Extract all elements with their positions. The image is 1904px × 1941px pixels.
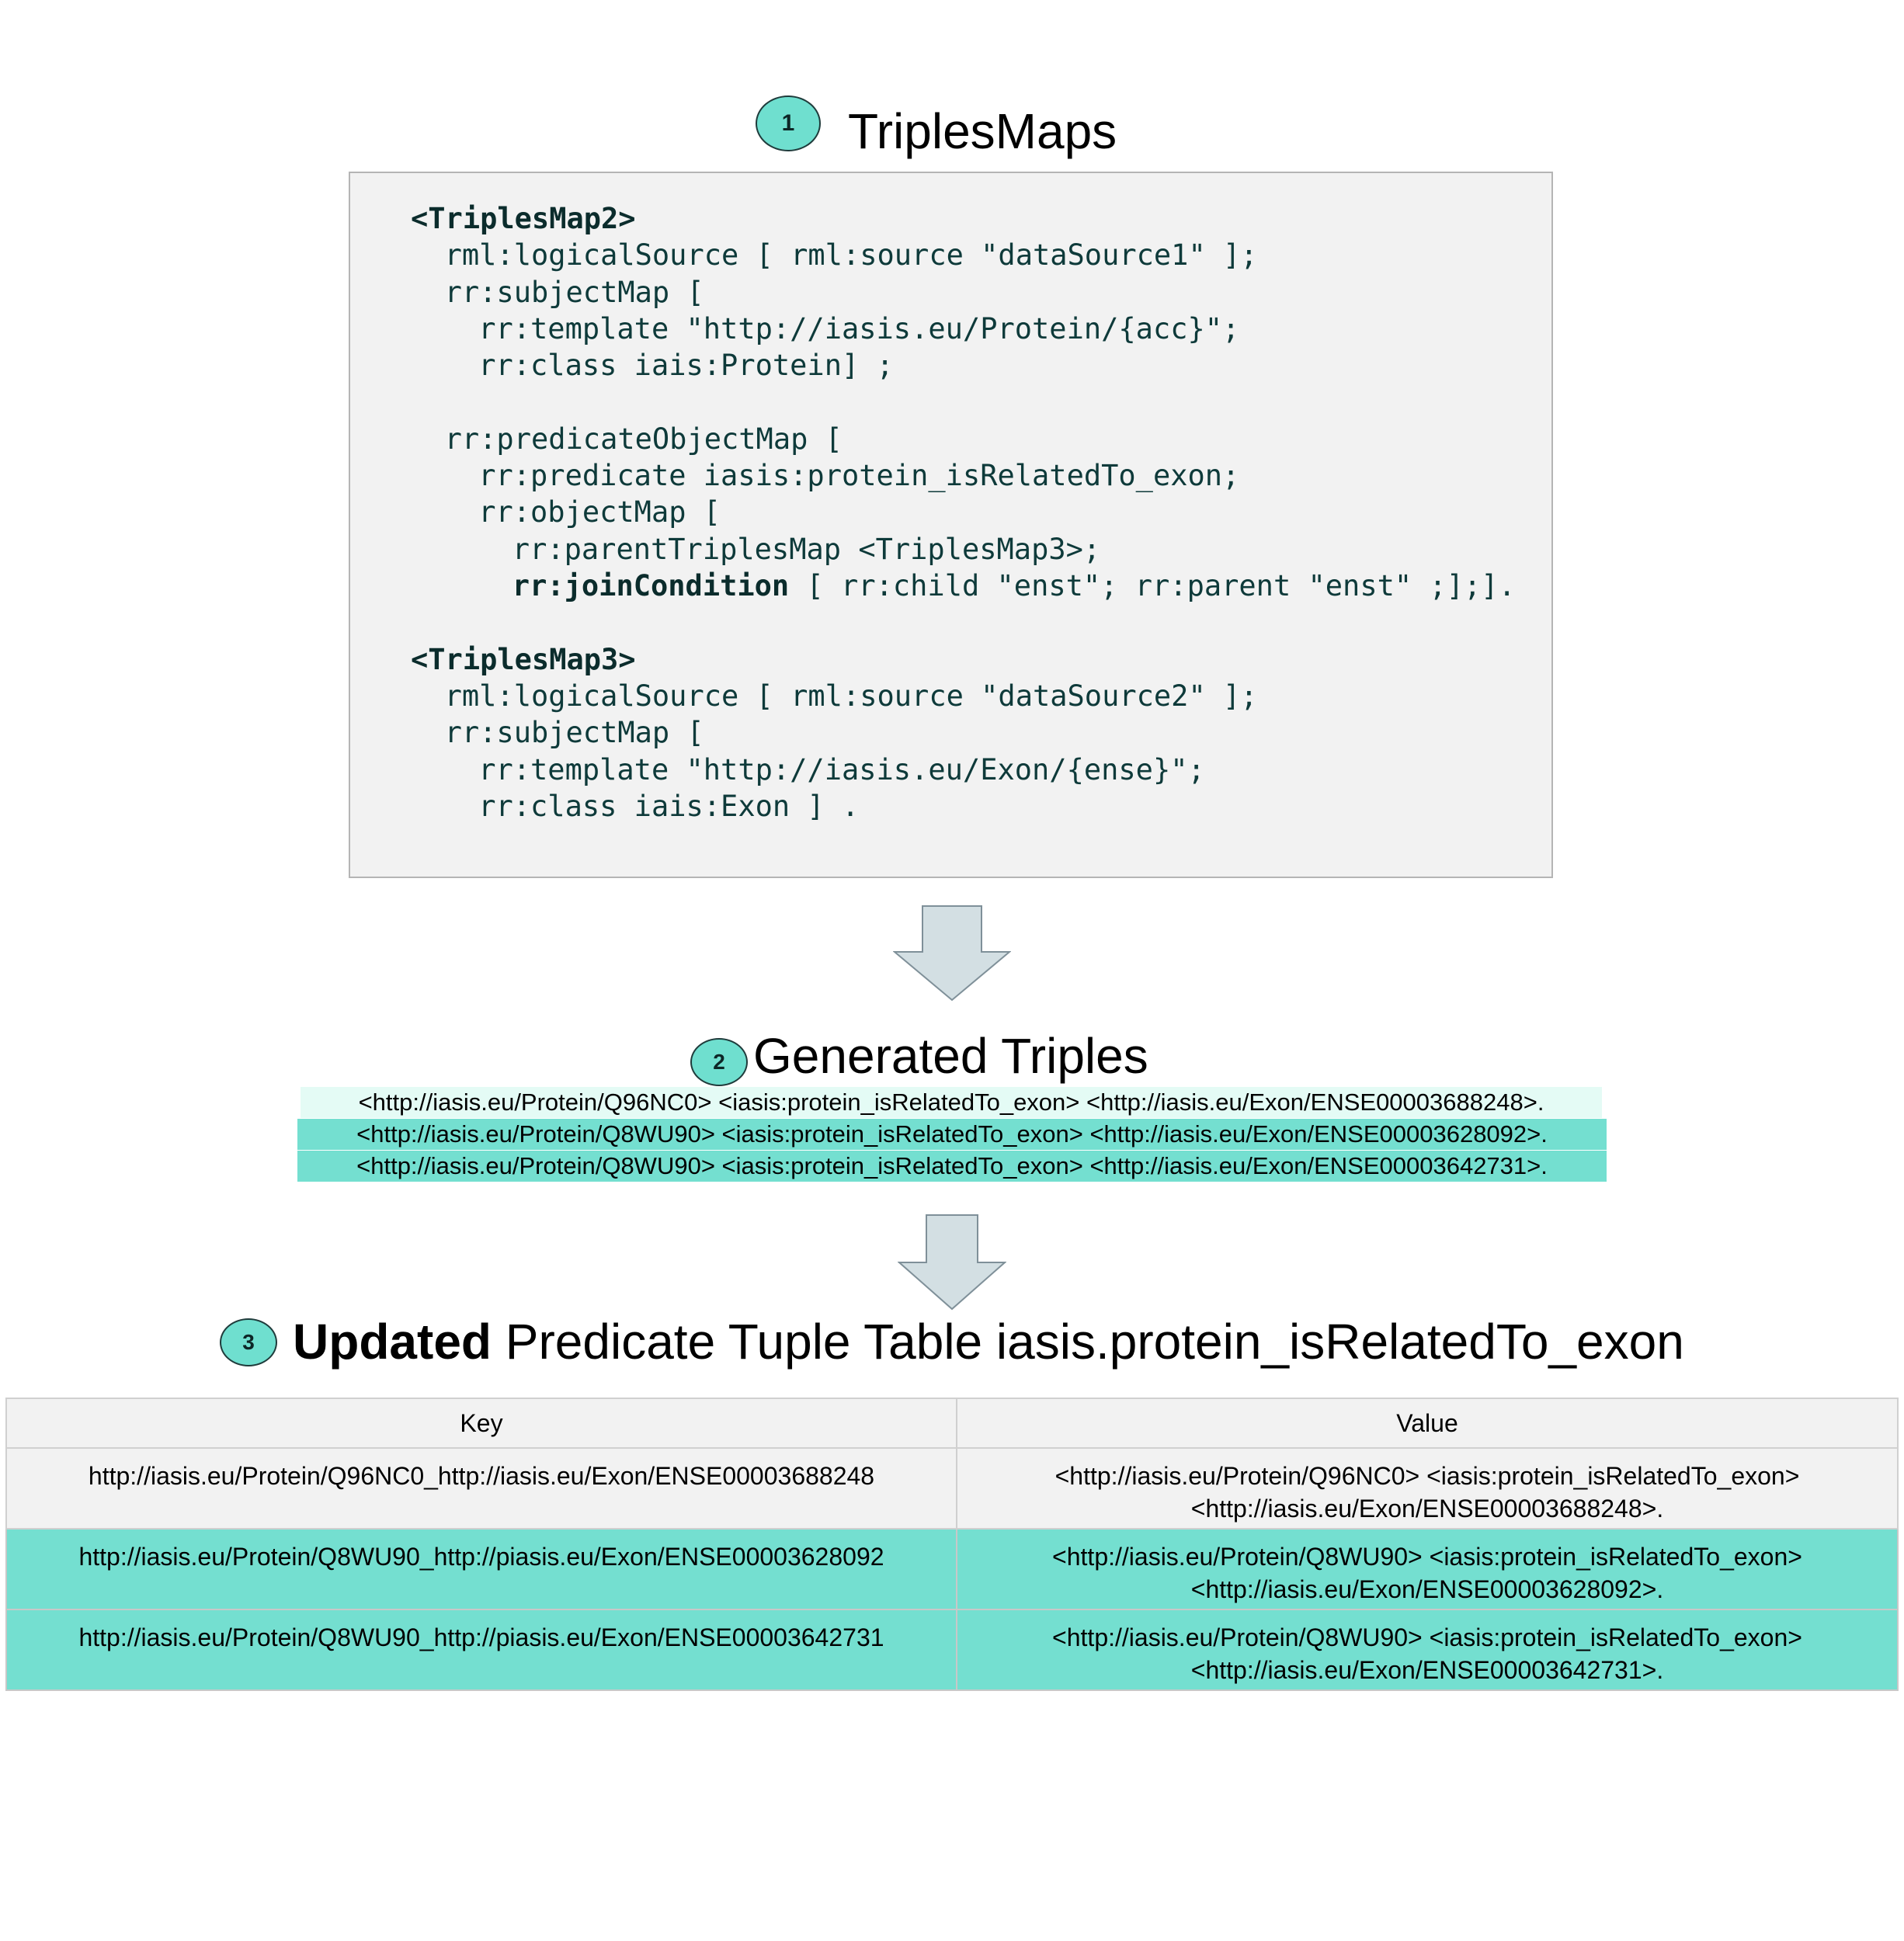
code-text: <TriplesMap3>	[411, 642, 636, 676]
value-line-1: <http://iasis.eu/Protein/Q96NC0> <iasis:…	[1054, 1462, 1800, 1490]
code-line: rr:predicate iasis:protein_isRelatedTo_e…	[478, 461, 1239, 490]
code-text: rr:class iais:Protein] ;	[478, 349, 894, 383]
value-cell: <http://iasis.eu/Protein/Q8WU90> <iasis:…	[956, 1528, 1899, 1610]
code-text: rml:logicalSource [ rml:source "dataSour…	[444, 238, 1258, 273]
code-text: rr:subjectMap [	[444, 716, 704, 750]
code-line: rr:objectMap [	[478, 498, 721, 526]
triplesmaps-title: TriplesMaps	[848, 103, 1117, 159]
value-line-2: <http://iasis.eu/Exon/ENSE00003688248>.	[1190, 1495, 1664, 1523]
code-line: rml:logicalSource [ rml:source "dataSour…	[445, 682, 1258, 710]
code-keyword: rr:joinCondition	[512, 569, 790, 602]
code-line: rr:predicateObjectMap [	[445, 425, 843, 453]
generated-triple: <http://iasis.eu/Protein/Q8WU90> <iasis:…	[297, 1119, 1607, 1150]
key-cell: http://iasis.eu/Protein/Q96NC0_http://ia…	[5, 1447, 957, 1530]
table-header-row: Key Value	[5, 1398, 1899, 1449]
code-line: rr:subjectMap [	[445, 278, 704, 307]
step-2-number: 2	[713, 1050, 725, 1074]
table-row: http://iasis.eu/Protein/Q96NC0_http://ia…	[5, 1447, 1899, 1530]
code-line: rr:joinCondition [ rr:child "enst"; rr:p…	[512, 571, 1516, 600]
step-2-badge: 2	[690, 1038, 748, 1086]
down-arrow-2	[898, 1214, 1006, 1311]
tuple-table-title-bold: Updated	[293, 1314, 492, 1370]
key-cell: http://iasis.eu/Protein/Q8WU90_http://pi…	[5, 1528, 957, 1610]
code-text: rr:template "http://iasis.eu/Exon/{ense}…	[478, 752, 1205, 786]
key-column-header: Key	[5, 1398, 957, 1449]
value-line-2: <http://iasis.eu/Exon/ENSE00003628092>.	[1190, 1575, 1664, 1603]
step-3-badge: 3	[220, 1318, 277, 1366]
tuple-table-title: Updated Predicate Tuple Table iasis.prot…	[293, 1317, 1684, 1366]
code-line: rr:parentTriplesMap <TriplesMap3>;	[512, 535, 1100, 564]
key-cell: http://iasis.eu/Protein/Q8WU90_http://pi…	[5, 1609, 957, 1691]
code-text: rr:objectMap [	[478, 495, 721, 530]
value-line-1: <http://iasis.eu/Protein/Q8WU90> <iasis:…	[1052, 1543, 1802, 1571]
code-text: rml:logicalSource [ rml:source "dataSour…	[444, 679, 1258, 713]
code-text: rr:subjectMap [	[444, 275, 704, 309]
triplesmaps-code-box: <TriplesMap2> rml:logicalSource [ rml:sou…	[349, 172, 1553, 878]
generated-triple: <http://iasis.eu/Protein/Q8WU90> <iasis:…	[297, 1151, 1607, 1182]
code-text: rr:parentTriplesMap <TriplesMap3>;	[512, 532, 1101, 566]
value-cell: <http://iasis.eu/Protein/Q96NC0> <iasis:…	[956, 1447, 1899, 1530]
table-row: http://iasis.eu/Protein/Q8WU90_http://pi…	[5, 1528, 1899, 1610]
table-body: http://iasis.eu/Protein/Q96NC0_http://ia…	[5, 1447, 1899, 1691]
table-row: http://iasis.eu/Protein/Q8WU90_http://pi…	[5, 1609, 1899, 1691]
generated-triple: <http://iasis.eu/Protein/Q96NC0> <iasis:…	[301, 1087, 1602, 1118]
tuple-table-title-rest: Predicate Tuple Table iasis.protein_isRe…	[492, 1314, 1684, 1370]
code-line: rr:class iais:Protein] ;	[478, 351, 894, 380]
code-text: [ rr:child "enst"; rr:parent "enst" ;];]…	[789, 569, 1516, 602]
code-text: rr:predicateObjectMap [	[444, 422, 843, 456]
code-line: rml:logicalSource [ rml:source "dataSour…	[445, 241, 1258, 269]
value-cell: <http://iasis.eu/Protein/Q8WU90> <iasis:…	[956, 1609, 1899, 1691]
step-1-number: 1	[781, 110, 795, 136]
down-arrow-1	[893, 905, 1011, 1002]
value-line-2: <http://iasis.eu/Exon/ENSE00003642731>.	[1190, 1656, 1664, 1684]
code-text: rr:class iais:Exon ] .	[478, 789, 860, 823]
code-line: rr:template "http://iasis.eu/Exon/{ense}…	[478, 755, 1205, 784]
code-line: rr:subjectMap [	[445, 718, 704, 747]
code-text: rr:template "http://iasis.eu/Protein/{ac…	[478, 311, 1240, 345]
value-line-1: <http://iasis.eu/Protein/Q8WU90> <iasis:…	[1052, 1623, 1802, 1651]
code-text: rr:predicate iasis:protein_isRelatedTo_e…	[478, 459, 1240, 493]
predicate-tuple-table: Key Value http://iasis.eu/Protein/Q96NC0…	[5, 1398, 1899, 1691]
generated-triples-title: Generated Triples	[753, 1028, 1148, 1084]
code-line: <TriplesMap2>	[411, 204, 636, 233]
value-column-header: Value	[956, 1398, 1899, 1449]
code-text: <TriplesMap2>	[411, 202, 636, 235]
code-line: rr:class iais:Exon ] .	[478, 792, 859, 821]
step-1-badge: 1	[756, 95, 821, 151]
step-3-number: 3	[242, 1330, 255, 1354]
code-line: rr:template "http://iasis.eu/Protein/{ac…	[478, 314, 1239, 343]
code-line: <TriplesMap3>	[411, 645, 636, 674]
